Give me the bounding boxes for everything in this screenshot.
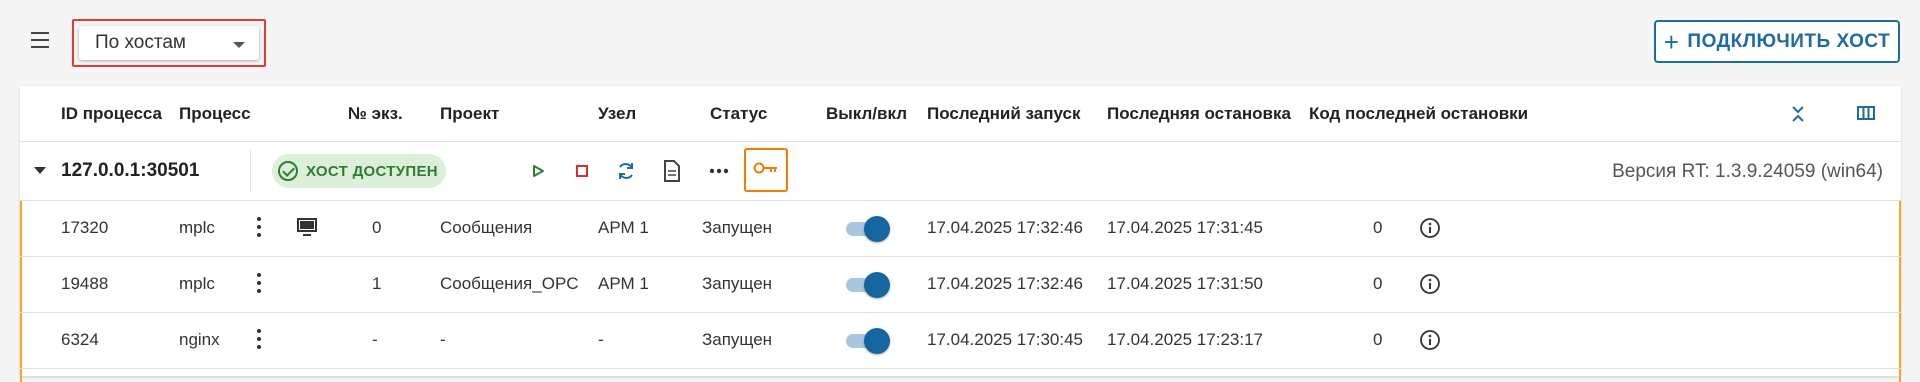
cell-instance: 0 bbox=[372, 218, 382, 237]
cell-last-stop-code: 0 bbox=[1373, 218, 1383, 237]
check-circle-icon bbox=[278, 161, 298, 181]
col-header-last-stop-code[interactable]: Код последней остановки bbox=[1309, 104, 1528, 124]
cell-pid: 6324 bbox=[61, 330, 99, 349]
enable-toggle[interactable] bbox=[844, 272, 890, 298]
cell-process: mplc bbox=[179, 274, 215, 293]
host-name: 127.0.0.1:30501 bbox=[61, 160, 200, 181]
expand-caret-icon[interactable] bbox=[34, 167, 46, 174]
collapse-all-icon[interactable] bbox=[1790, 103, 1806, 130]
cell-last-start: 17.04.2025 17:32:46 bbox=[927, 274, 1083, 293]
monitor-icon[interactable] bbox=[296, 217, 318, 242]
cell-process: nginx bbox=[179, 330, 220, 349]
connect-host-label: ПОДКЛЮЧИТЬ ХОСТ bbox=[1687, 30, 1891, 52]
key-icon bbox=[753, 161, 779, 180]
cell-node: АРМ 1 bbox=[598, 274, 649, 293]
info-icon[interactable] bbox=[1419, 217, 1441, 239]
table-row[interactable]: 6324 nginx - - - Запущен 17.04.2025 17:3… bbox=[20, 313, 1901, 369]
col-header-instance[interactable]: № экз. bbox=[348, 104, 403, 124]
plus-icon: + bbox=[1663, 26, 1680, 57]
cell-last-stop-code: 0 bbox=[1373, 274, 1383, 293]
log-document-icon[interactable] bbox=[659, 158, 685, 184]
cell-last-stop: 17.04.2025 17:23:17 bbox=[1107, 330, 1263, 349]
col-header-last-stop[interactable]: Последняя остановка bbox=[1107, 104, 1291, 124]
cell-process: mplc bbox=[179, 218, 215, 237]
cell-instance: 1 bbox=[372, 274, 382, 293]
cell-pid: 19488 bbox=[61, 274, 109, 293]
table-row[interactable]: 19488 mplc 1 Сообщения_OPC АРМ 1 Запущен… bbox=[20, 257, 1901, 313]
enable-toggle[interactable] bbox=[844, 216, 890, 242]
play-icon[interactable] bbox=[525, 158, 551, 184]
host-status-label: ХОСТ ДОСТУПЕН bbox=[306, 162, 438, 180]
runtime-version: Версия RT: 1.3.9.24059 (win64) bbox=[1612, 161, 1883, 182]
grouping-select-value: По хостам bbox=[95, 32, 186, 53]
info-icon[interactable] bbox=[1419, 329, 1441, 351]
divider bbox=[250, 150, 251, 192]
grouping-select[interactable]: По хостам bbox=[79, 26, 259, 60]
cell-project: Сообщения_OPC bbox=[440, 274, 579, 293]
more-horizontal-icon[interactable] bbox=[706, 158, 732, 184]
cell-project: Сообщения bbox=[440, 218, 533, 237]
col-header-status[interactable]: Статус bbox=[710, 104, 767, 124]
cell-status: Запущен bbox=[702, 274, 773, 293]
columns-config-icon[interactable] bbox=[1856, 103, 1876, 128]
kebab-menu-icon[interactable] bbox=[256, 217, 262, 239]
connect-host-button[interactable]: + ПОДКЛЮЧИТЬ ХОСТ bbox=[1654, 20, 1900, 63]
grouping-select-highlight: По хостам bbox=[72, 19, 266, 67]
menu-icon[interactable] bbox=[29, 32, 53, 50]
table-header: ID процесса Процесс № экз. Проект Узел С… bbox=[20, 86, 1901, 142]
cell-pid: 17320 bbox=[61, 218, 109, 237]
col-header-pid[interactable]: ID процесса bbox=[61, 104, 162, 124]
cell-last-stop: 17.04.2025 17:31:50 bbox=[1107, 274, 1263, 293]
cell-last-stop: 17.04.2025 17:31:45 bbox=[1107, 218, 1263, 237]
host-group-row: 127.0.0.1:30501 ХОСТ ДОСТУПЕН Версия RT:… bbox=[20, 142, 1901, 201]
kebab-menu-icon[interactable] bbox=[256, 273, 262, 295]
cell-status: Запущен bbox=[702, 330, 773, 349]
restart-icon[interactable] bbox=[613, 158, 639, 184]
key-button[interactable] bbox=[744, 148, 788, 192]
stop-icon[interactable] bbox=[569, 158, 595, 184]
col-header-toggle[interactable]: Выкл/вкл bbox=[826, 104, 907, 124]
col-header-last-start[interactable]: Последний запуск bbox=[927, 104, 1081, 124]
dropdown-caret-icon bbox=[233, 42, 245, 48]
kebab-menu-icon[interactable] bbox=[256, 329, 262, 351]
cell-status: Запущен bbox=[702, 218, 773, 237]
cell-last-start: 17.04.2025 17:30:45 bbox=[927, 330, 1083, 349]
cell-instance: - bbox=[372, 330, 378, 349]
enable-toggle[interactable] bbox=[844, 328, 890, 354]
col-header-process[interactable]: Процесс bbox=[179, 104, 251, 124]
cell-node: АРМ 1 bbox=[598, 218, 649, 237]
info-icon[interactable] bbox=[1419, 273, 1441, 295]
col-header-project[interactable]: Проект bbox=[440, 104, 499, 124]
cell-project: - bbox=[440, 330, 446, 349]
cell-last-stop-code: 0 bbox=[1373, 330, 1383, 349]
process-table: ID процесса Процесс № экз. Проект Узел С… bbox=[20, 86, 1901, 382]
cell-node: - bbox=[598, 330, 604, 349]
host-status-badge: ХОСТ ДОСТУПЕН bbox=[272, 154, 446, 188]
col-header-node[interactable]: Узел bbox=[598, 104, 636, 124]
cell-last-start: 17.04.2025 17:32:46 bbox=[927, 218, 1083, 237]
table-row[interactable]: 17320 mplc 0 Сообщения АРМ 1 Запущен 17.… bbox=[20, 201, 1901, 257]
